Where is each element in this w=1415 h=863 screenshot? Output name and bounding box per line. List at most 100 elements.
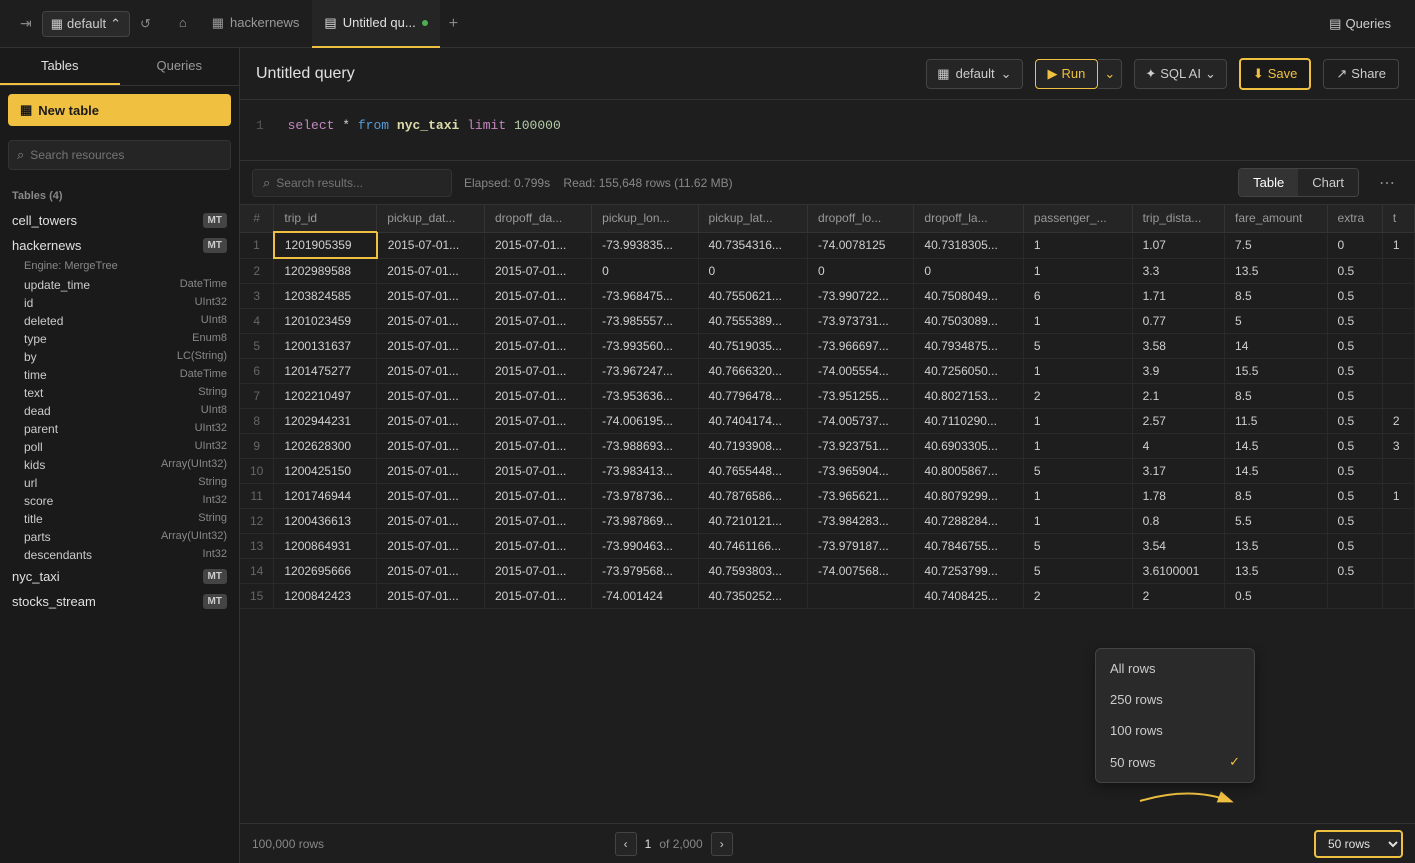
table-cell[interactable]: -73.923751... <box>808 434 914 459</box>
table-cell[interactable]: 40.7555389... <box>698 309 807 334</box>
table-cell[interactable]: 15.5 <box>1225 359 1328 384</box>
table-cell[interactable]: 2015-07-01... <box>377 384 485 409</box>
col-header-trip_dist[interactable]: trip_dista... <box>1132 205 1224 232</box>
table-cell[interactable]: 2015-07-01... <box>377 559 485 584</box>
table-cell[interactable]: -73.965621... <box>808 484 914 509</box>
tab-hackernews[interactable]: ▦ hackernews <box>200 0 312 48</box>
row-num-cell[interactable]: 1 <box>240 232 274 258</box>
database-selector[interactable]: ▦ default ⌃ <box>42 11 130 37</box>
table-cell[interactable]: 1201023459 <box>274 309 377 334</box>
table-cell[interactable]: 40.7408425... <box>914 584 1023 609</box>
table-cell[interactable] <box>808 584 914 609</box>
row-num-cell[interactable]: 5 <box>240 334 274 359</box>
table-cell[interactable]: 40.7666320... <box>698 359 807 384</box>
sql-ai-button[interactable]: ✦ SQL AI ⌄ <box>1134 59 1227 89</box>
table-cell[interactable]: 2 <box>1132 584 1224 609</box>
table-cell[interactable]: 1 <box>1382 232 1414 258</box>
share-button[interactable]: ↗ Share <box>1323 59 1399 89</box>
table-cell[interactable]: 2015-07-01... <box>485 459 592 484</box>
table-cell[interactable]: 2015-07-01... <box>485 584 592 609</box>
add-tab-button[interactable]: + <box>441 15 466 33</box>
table-cell[interactable]: 1 <box>1023 309 1132 334</box>
table-cell[interactable]: 0.5 <box>1327 334 1382 359</box>
table-cell[interactable]: 40.7461166... <box>698 534 807 559</box>
col-header-pickup_lon[interactable]: pickup_lon... <box>592 205 698 232</box>
table-cell[interactable]: 8.5 <box>1225 384 1328 409</box>
table-cell[interactable]: -73.987869... <box>592 509 698 534</box>
table-cell[interactable]: 0 <box>592 258 698 284</box>
table-cell[interactable]: 5 <box>1023 459 1132 484</box>
table-cell[interactable]: 1202628300 <box>274 434 377 459</box>
sidebar-item-cell_towers[interactable]: cell_towers MT <box>0 208 239 233</box>
table-cell[interactable]: 1200425150 <box>274 459 377 484</box>
table-cell[interactable]: 40.7110290... <box>914 409 1023 434</box>
sidebar-tab-tables[interactable]: Tables <box>0 48 120 85</box>
tab-untitled-query[interactable]: ▤ Untitled qu... <box>312 0 439 48</box>
table-cell[interactable]: 0.5 <box>1327 559 1382 584</box>
rows-per-page-select[interactable]: All rows 250 rows 100 rows 50 rows <box>1314 830 1403 858</box>
table-cell[interactable]: -74.001424 <box>592 584 698 609</box>
table-cell[interactable]: 5 <box>1225 309 1328 334</box>
table-cell[interactable]: 0 <box>808 258 914 284</box>
table-cell[interactable]: -73.968475... <box>592 284 698 309</box>
table-cell[interactable]: 14.5 <box>1225 434 1328 459</box>
table-cell[interactable]: 5.5 <box>1225 509 1328 534</box>
table-cell[interactable]: 2015-07-01... <box>485 534 592 559</box>
table-cell[interactable]: 40.7256050... <box>914 359 1023 384</box>
table-cell[interactable]: 0.5 <box>1327 534 1382 559</box>
table-cell[interactable]: -73.988693... <box>592 434 698 459</box>
table-cell[interactable]: 6 <box>1023 284 1132 309</box>
col-header-t[interactable]: t <box>1382 205 1414 232</box>
view-chart-button[interactable]: Chart <box>1298 169 1358 196</box>
table-cell[interactable]: 1.78 <box>1132 484 1224 509</box>
table-cell[interactable]: 13.5 <box>1225 258 1328 284</box>
search-resources-input[interactable] <box>30 148 222 162</box>
table-cell[interactable]: 8.5 <box>1225 284 1328 309</box>
table-cell[interactable]: 40.8005867... <box>914 459 1023 484</box>
table-cell[interactable]: 2015-07-01... <box>485 284 592 309</box>
table-cell[interactable]: 0.5 <box>1327 258 1382 284</box>
table-cell[interactable]: 1 <box>1023 232 1132 258</box>
table-cell[interactable]: -73.990722... <box>808 284 914 309</box>
table-cell[interactable]: 3 <box>1382 434 1414 459</box>
sidebar-item-nyc_taxi[interactable]: nyc_taxi MT <box>0 564 239 589</box>
table-cell[interactable]: 40.7508049... <box>914 284 1023 309</box>
table-cell[interactable]: 2015-07-01... <box>377 334 485 359</box>
table-cell[interactable]: 40.8079299... <box>914 484 1023 509</box>
table-cell[interactable]: 3.3 <box>1132 258 1224 284</box>
table-cell[interactable]: -73.993560... <box>592 334 698 359</box>
table-cell[interactable]: 1201746944 <box>274 484 377 509</box>
queries-button[interactable]: ▤ Queries <box>1321 12 1399 36</box>
row-num-cell[interactable]: 10 <box>240 459 274 484</box>
table-cell[interactable]: 40.7318305... <box>914 232 1023 258</box>
table-cell[interactable]: 1.71 <box>1132 284 1224 309</box>
table-cell[interactable]: 2015-07-01... <box>485 484 592 509</box>
table-cell[interactable]: 1202944231 <box>274 409 377 434</box>
prev-page-button[interactable]: ‹ <box>615 832 637 856</box>
table-cell[interactable]: 0 <box>1327 232 1382 258</box>
table-cell[interactable]: 14 <box>1225 334 1328 359</box>
table-cell[interactable] <box>1382 309 1414 334</box>
table-cell[interactable]: 5 <box>1023 334 1132 359</box>
table-cell[interactable]: -73.993835... <box>592 232 698 258</box>
table-cell[interactable]: 0.5 <box>1327 459 1382 484</box>
table-cell[interactable]: 1202695666 <box>274 559 377 584</box>
table-cell[interactable]: -73.966697... <box>808 334 914 359</box>
save-button[interactable]: ⬇ Save <box>1239 58 1312 90</box>
table-cell[interactable]: 3.58 <box>1132 334 1224 359</box>
table-cell[interactable]: 3.17 <box>1132 459 1224 484</box>
sidebar-item-stocks_stream[interactable]: stocks_stream MT <box>0 589 239 614</box>
table-cell[interactable]: 3.6100001 <box>1132 559 1224 584</box>
table-cell[interactable]: 5 <box>1023 534 1132 559</box>
dropdown-item-250-rows[interactable]: 250 rows <box>1096 684 1254 715</box>
more-options-button[interactable]: ⋯ <box>1371 169 1403 197</box>
table-cell[interactable]: 1200131637 <box>274 334 377 359</box>
table-cell[interactable]: -74.0078125 <box>808 232 914 258</box>
table-cell[interactable]: 40.7193908... <box>698 434 807 459</box>
table-cell[interactable]: -73.973731... <box>808 309 914 334</box>
row-num-cell[interactable]: 4 <box>240 309 274 334</box>
table-cell[interactable]: 1202210497 <box>274 384 377 409</box>
row-num-cell[interactable]: 8 <box>240 409 274 434</box>
next-page-button[interactable]: › <box>711 832 733 856</box>
search-results-box[interactable]: ⌕ <box>252 169 452 197</box>
